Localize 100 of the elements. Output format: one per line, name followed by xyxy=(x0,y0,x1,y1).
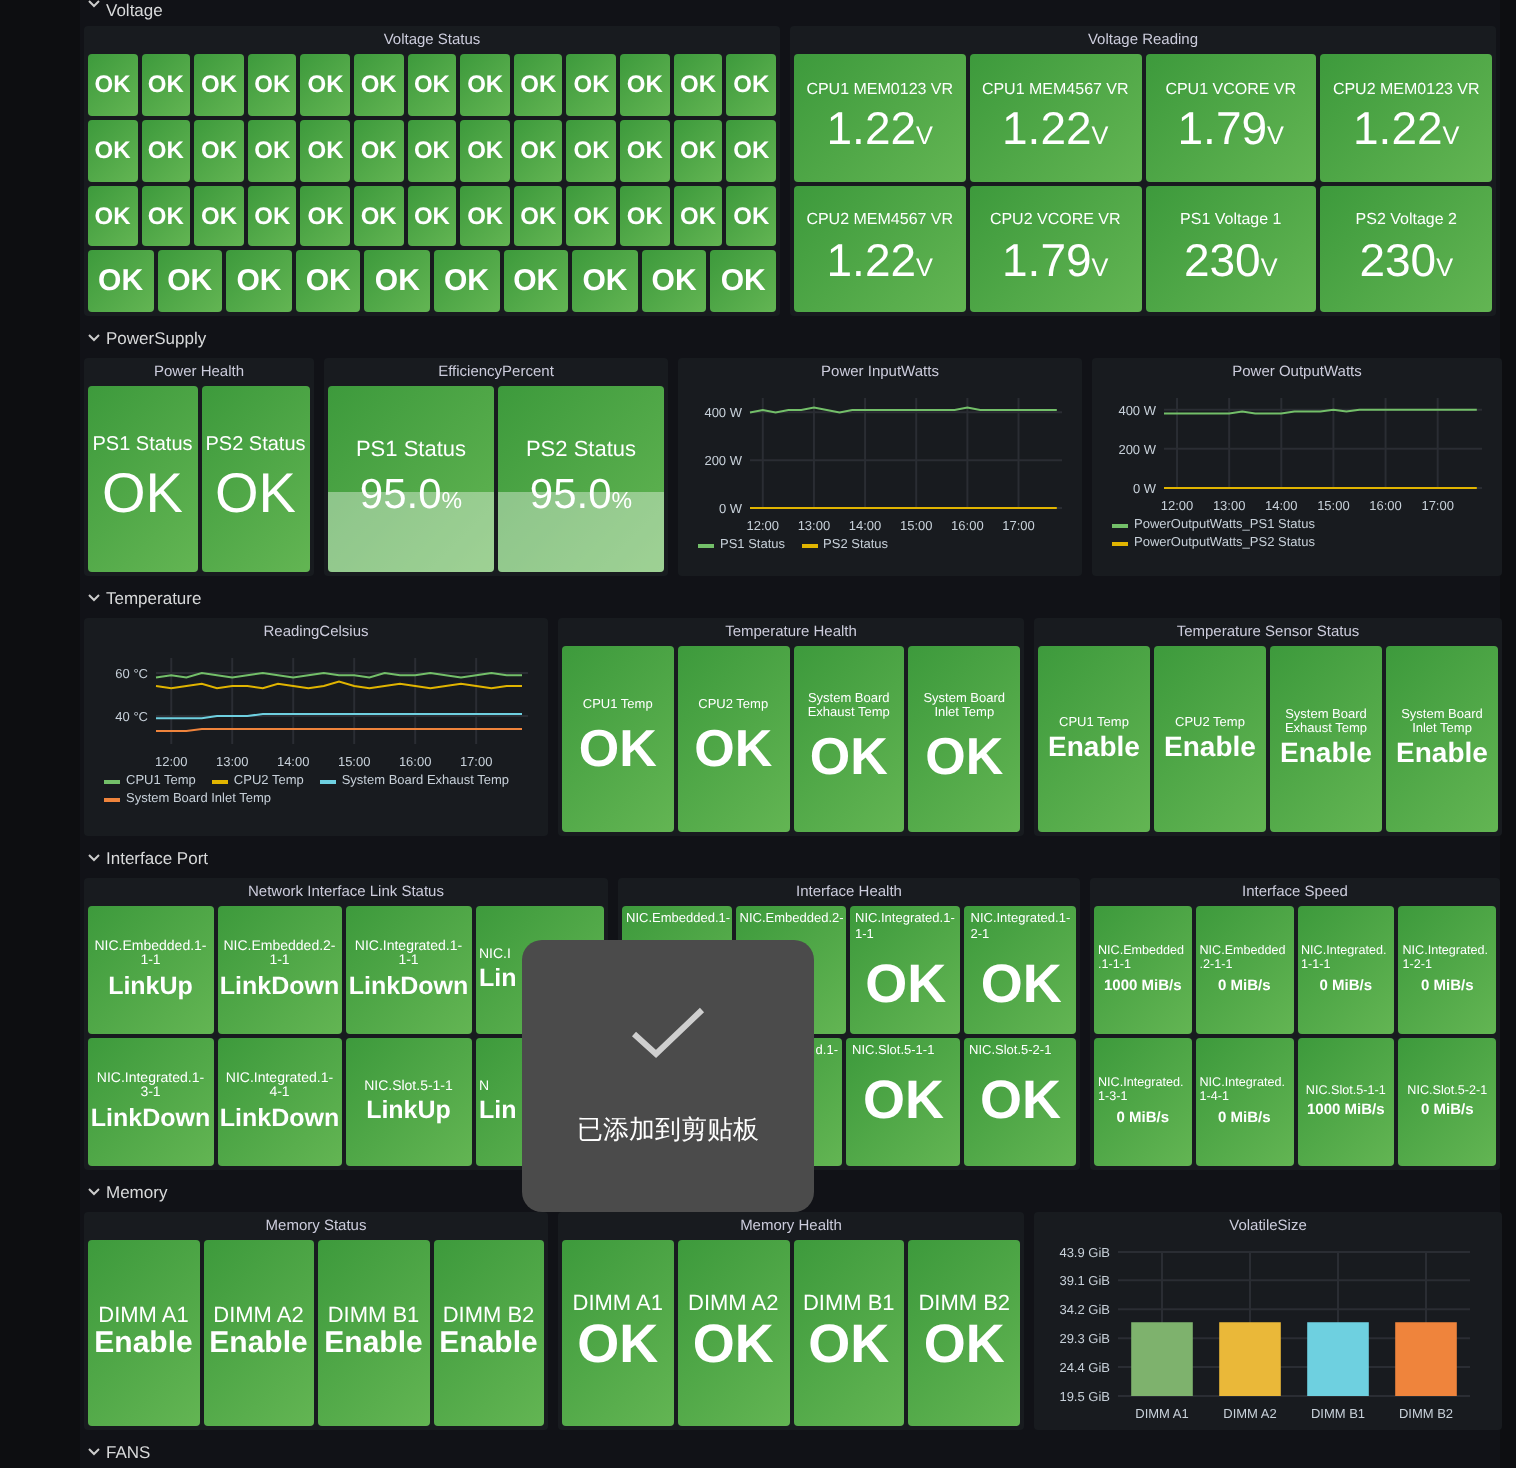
tile-value: OK xyxy=(733,137,770,163)
tile-value: 1.22V xyxy=(826,104,933,154)
tile-value: OK xyxy=(94,137,131,163)
bar xyxy=(1131,1322,1193,1396)
tile-value: Enable xyxy=(439,1328,538,1361)
tile-value: OK xyxy=(626,72,663,98)
chevron-icon[interactable] xyxy=(88,333,100,341)
tile-value: LinkDown xyxy=(90,1105,211,1132)
tile-value: 1.22V xyxy=(1002,104,1109,154)
tile-value: OK xyxy=(573,72,610,98)
toast-message: 已添加到剪贴板 xyxy=(577,1114,759,1148)
tile-value: OK xyxy=(201,72,238,98)
tile-label: PS1 Status xyxy=(92,435,193,457)
tile-value: Lin xyxy=(479,966,517,993)
tile-value: OK xyxy=(94,72,131,98)
tile-label: DIMM B2 xyxy=(918,1293,1011,1317)
checkmark-icon xyxy=(628,1004,708,1060)
tile-value: LinkDown xyxy=(348,973,469,1000)
bar xyxy=(1219,1322,1281,1396)
tile-label: PS2 Status xyxy=(525,439,637,463)
chevron-icon[interactable] xyxy=(88,1187,100,1195)
chevron-icon[interactable] xyxy=(88,1447,100,1455)
chevron-icon[interactable] xyxy=(88,853,100,861)
tile-value: OK xyxy=(651,265,697,297)
tile-value: OK xyxy=(201,137,238,163)
tile-value: OK xyxy=(360,72,397,98)
tile-value: Enable xyxy=(1048,731,1140,761)
tile-value: OK xyxy=(254,137,291,163)
tile-value: OK xyxy=(923,1316,1005,1373)
tile-label: CPU2 MEM0123 VR xyxy=(1332,81,1480,99)
tile-value: OK xyxy=(733,72,770,98)
tile-label: PS1 Voltage 1 xyxy=(1180,212,1282,230)
tile-value: Enable xyxy=(209,1328,308,1361)
tile-label: PS2 Status xyxy=(205,435,306,457)
tile-value: OK xyxy=(692,1316,774,1373)
tile-label: DIMM A2 xyxy=(213,1305,304,1329)
bar xyxy=(1395,1322,1457,1396)
tile-value: OK xyxy=(467,137,504,163)
tile-value: OK xyxy=(360,137,397,163)
tile-value: Enable xyxy=(324,1328,423,1361)
tile-value: OK xyxy=(102,464,183,523)
tile-value: OK xyxy=(307,72,344,98)
tile-value: OK xyxy=(980,1072,1061,1129)
tile-value: LinkDown xyxy=(219,1105,340,1132)
tile-value: OK xyxy=(201,203,238,229)
tile-value: OK xyxy=(360,203,397,229)
tile-value: OK xyxy=(680,72,716,98)
tile-value: 1.79V xyxy=(1002,235,1109,285)
tile-value: OK xyxy=(444,265,490,297)
tile-value: OK xyxy=(147,137,184,163)
tile-value: OK xyxy=(925,729,1004,784)
tile-value: Lin xyxy=(479,1098,517,1125)
tile-value: OK xyxy=(694,722,773,778)
tile-value: 1.22V xyxy=(1353,104,1460,154)
tile-label: DIMM B1 xyxy=(802,1293,895,1317)
tile-value: OK xyxy=(626,137,663,163)
tile-value: OK xyxy=(520,203,557,229)
chevron-icon[interactable] xyxy=(88,0,100,8)
tile-value: OK xyxy=(98,265,144,297)
section-title[interactable]: Temperature xyxy=(106,587,202,607)
section-title[interactable]: Memory xyxy=(106,1181,168,1201)
tile-label: CPU1 MEM4567 VR xyxy=(981,81,1129,99)
tile-value: OK xyxy=(374,265,420,297)
tile-value: OK xyxy=(307,203,344,229)
tile-value: OK xyxy=(733,203,770,229)
tile-value: OK xyxy=(520,137,557,163)
tile-label: DIMM A2 xyxy=(688,1293,779,1317)
tile-value: OK xyxy=(413,72,450,98)
tile-value: OK xyxy=(520,72,557,98)
tile-value: OK xyxy=(254,72,291,98)
tile-label: PS2 Voltage 2 xyxy=(1355,212,1457,230)
section-title[interactable]: PowerSupply xyxy=(106,327,207,347)
tile-value: OK xyxy=(413,137,450,163)
tile-value: OK xyxy=(254,203,291,229)
tile-value: OK xyxy=(305,265,351,297)
tile-value: 1.22V xyxy=(826,235,933,285)
tile-value: Enable xyxy=(1396,737,1488,768)
tile-value: OK xyxy=(577,1316,659,1373)
tile-value: OK xyxy=(863,1072,944,1129)
tile-value: LinkUp xyxy=(366,1098,451,1125)
section-title[interactable]: Voltage xyxy=(106,0,163,20)
tile-value: OK xyxy=(573,203,610,229)
tile-value: OK xyxy=(147,203,184,229)
section-title[interactable]: Interface Port xyxy=(106,847,209,867)
tile-value: 1.79V xyxy=(1177,104,1284,154)
chevron-icon[interactable] xyxy=(88,593,100,601)
tile-value: 230V xyxy=(1183,235,1278,285)
tile-value: OK xyxy=(236,265,282,297)
section-title[interactable]: FANS xyxy=(106,1441,151,1461)
tile-value: OK xyxy=(94,203,131,229)
bar xyxy=(1307,1322,1369,1396)
tile-value: OK xyxy=(582,265,628,297)
tile-value: OK xyxy=(307,137,344,163)
tile-label: CPU1 VCORE VR xyxy=(1165,81,1297,99)
tile-value: OK xyxy=(720,265,766,297)
tile-value: OK xyxy=(467,203,504,229)
tile-value: OK xyxy=(147,72,184,98)
tile-value: OK xyxy=(167,265,213,297)
tile-label: CPU2 MEM4567 VR xyxy=(806,212,954,230)
tile-value: OK xyxy=(980,956,1062,1013)
